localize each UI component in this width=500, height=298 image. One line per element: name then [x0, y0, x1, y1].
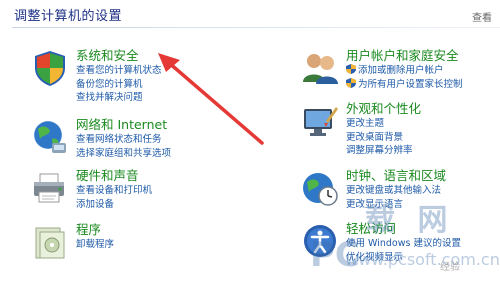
category-title-network[interactable]: 网络和 Internet	[76, 117, 171, 133]
category-title-programs[interactable]: 程序	[76, 222, 114, 238]
link-homegroup-sharing[interactable]: 选择家庭组和共享选项	[76, 147, 171, 161]
link-change-input-method[interactable]: 更改键盘或其他输入法	[346, 184, 446, 198]
category-title-clock-language[interactable]: 时钟、语言和区域	[346, 168, 446, 184]
users-icon	[300, 48, 340, 88]
programs-icon	[30, 222, 70, 262]
view-by-label[interactable]: 查看	[472, 9, 492, 24]
link-change-desktop-background[interactable]: 更改桌面背景	[346, 131, 421, 145]
category-title-hardware[interactable]: 硬件和声音	[76, 168, 152, 184]
category-title-appearance[interactable]: 外观和个性化	[346, 101, 421, 117]
clock-globe-icon	[300, 168, 340, 208]
printer-icon	[30, 168, 70, 208]
category-title-user-accounts[interactable]: 用户帐户和家庭安全	[346, 48, 463, 64]
link-add-device[interactable]: 添加设备	[76, 198, 152, 212]
page-title: 调整计算机的设置	[14, 9, 123, 24]
link-view-computer-status[interactable]: 查看您的计算机状态	[76, 64, 162, 78]
uac-shield-icon	[346, 64, 356, 74]
uac-shield-icon	[346, 77, 356, 88]
link-change-theme[interactable]: 更改主题	[346, 117, 421, 131]
network-globe-icon	[30, 117, 70, 157]
monitor-paint-icon	[300, 101, 340, 141]
link-backup-computer[interactable]: 备份您的计算机	[76, 78, 162, 92]
category-title-ease-of-access[interactable]: 轻松访问	[346, 221, 461, 237]
link-recommended-settings[interactable]: 使用 Windows 建议的设置	[346, 237, 461, 251]
link-optimize-display[interactable]: 优化视频显示	[346, 251, 461, 265]
link-add-remove-accounts[interactable]: 添加或删除用户帐户	[346, 64, 463, 78]
link-add-remove-accounts-label: 添加或删除用户帐户	[358, 65, 444, 76]
link-find-fix-problems[interactable]: 查找并解决问题	[76, 91, 162, 105]
link-parental-controls[interactable]: 为所有用户设置家长控制	[346, 77, 463, 92]
link-devices-printers[interactable]: 查看设备和打印机	[76, 184, 152, 198]
title-divider	[12, 27, 500, 28]
link-network-status[interactable]: 查看网络状态和任务	[76, 133, 171, 147]
link-parental-controls-label: 为所有用户设置家长控制	[358, 78, 463, 90]
link-adjust-resolution[interactable]: 调整屏幕分辨率	[346, 144, 421, 158]
ease-of-access-icon	[300, 221, 340, 261]
category-title-system-security[interactable]: 系统和安全	[76, 48, 162, 64]
shield-flag-icon	[30, 48, 70, 88]
link-change-display-language[interactable]: 更改显示语言	[346, 198, 446, 212]
link-uninstall-program[interactable]: 卸载程序	[76, 238, 114, 252]
